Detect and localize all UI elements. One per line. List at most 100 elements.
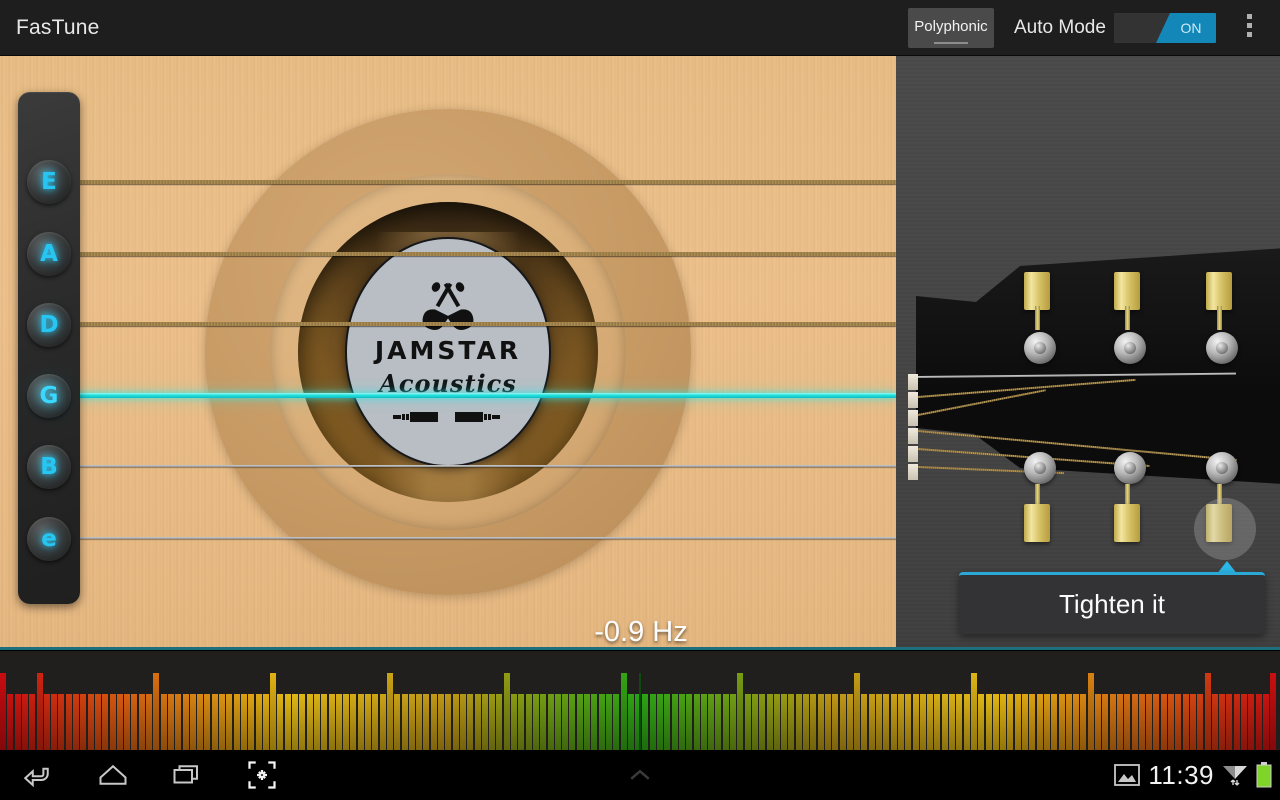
dot xyxy=(1246,14,1252,19)
guitar-string-B[interactable] xyxy=(72,465,896,467)
meter-tick xyxy=(511,694,517,750)
meter-tick xyxy=(788,694,795,750)
meter-tick xyxy=(605,694,612,750)
meter-tick xyxy=(1029,694,1036,750)
meter-tick xyxy=(744,694,751,750)
guitar-string-e[interactable] xyxy=(72,537,896,539)
guitar-string-E[interactable] xyxy=(72,180,896,184)
meter-tick xyxy=(525,694,532,750)
tuning-peg-knob-1[interactable] xyxy=(1024,332,1056,364)
string-button-e[interactable]: e xyxy=(27,517,71,561)
meter-tick xyxy=(846,694,853,750)
nut-slot xyxy=(908,446,918,462)
meter-tick xyxy=(365,694,371,750)
meter-tick xyxy=(219,694,225,750)
meter-tick xyxy=(824,694,831,750)
meter-tick xyxy=(1262,694,1269,750)
meter-tick xyxy=(1124,694,1131,750)
meter-tick xyxy=(131,694,138,750)
page-title: FasTune xyxy=(16,16,100,39)
string-button-label: e xyxy=(41,526,57,552)
meter-tick xyxy=(262,694,269,750)
meter-tick xyxy=(372,694,379,750)
meter-tick xyxy=(175,694,182,750)
meter-tick xyxy=(700,694,707,750)
meter-tick xyxy=(1109,694,1116,750)
meter-tick xyxy=(204,694,211,750)
meter-tick xyxy=(1146,694,1153,750)
meter-tick xyxy=(1182,694,1189,750)
meter-tick xyxy=(1043,694,1050,750)
recents-icon[interactable] xyxy=(172,760,202,790)
overflow-menu-icon[interactable] xyxy=(1240,14,1258,42)
meter-tick xyxy=(182,694,189,750)
tuning-meter-needle xyxy=(639,673,641,750)
tuning-peg-stem xyxy=(1035,306,1040,330)
tuning-peg-knob-2[interactable] xyxy=(1114,332,1146,364)
meter-tick xyxy=(905,694,912,750)
tuning-peg-knob-3[interactable] xyxy=(1206,332,1238,364)
meter-tick xyxy=(562,694,569,750)
tuning-peg-knob-5[interactable] xyxy=(1114,452,1146,484)
meter-tick xyxy=(642,694,649,750)
tuning-peg-button-4[interactable] xyxy=(1024,504,1050,542)
meter-tick xyxy=(452,694,459,750)
back-icon[interactable] xyxy=(24,760,54,790)
meter-tick xyxy=(102,694,109,750)
tuning-meter[interactable] xyxy=(0,651,1280,750)
meter-tick xyxy=(65,694,72,750)
meter-tick xyxy=(284,694,291,750)
meter-tick xyxy=(1138,694,1145,750)
string-button-B[interactable]: B xyxy=(27,445,71,489)
guitar-string-D[interactable] xyxy=(72,322,896,326)
meter-tick xyxy=(211,694,218,750)
meter-tick xyxy=(1080,694,1087,750)
tuner-stage: JAMSTAR Acoustics E A D G B e -0.9 Hz Ti… xyxy=(0,56,1280,747)
meter-tick xyxy=(569,694,576,750)
home-icon[interactable] xyxy=(98,760,128,790)
meter-tick xyxy=(350,694,357,750)
meter-tick xyxy=(1175,694,1182,750)
meter-tick xyxy=(58,694,65,750)
meter-tick xyxy=(591,694,598,750)
string-button-E[interactable]: E xyxy=(27,160,71,204)
tuning-peg-button-3[interactable] xyxy=(1206,272,1232,310)
meter-tick xyxy=(620,673,627,750)
meter-tick xyxy=(153,673,160,750)
chevron-up-icon[interactable] xyxy=(625,760,655,790)
meter-tick xyxy=(766,694,773,750)
meter-tick xyxy=(678,694,685,750)
meter-tick xyxy=(759,694,766,750)
auto-mode-toggle[interactable]: ON xyxy=(1114,13,1216,43)
mode-button-label: Polyphonic xyxy=(914,18,988,35)
screenshot-icon[interactable] xyxy=(247,760,277,790)
meter-tick xyxy=(803,694,809,750)
string-button-label: G xyxy=(39,383,59,409)
meter-tick xyxy=(1160,694,1167,750)
mode-button-polyphonic[interactable]: Polyphonic xyxy=(908,8,994,48)
guitar-string-A[interactable] xyxy=(72,252,896,256)
meter-tick xyxy=(14,694,21,750)
tuning-peg-knob-4[interactable] xyxy=(1024,452,1056,484)
meter-tick xyxy=(124,694,131,750)
meter-tick xyxy=(934,694,941,750)
meter-tick xyxy=(226,694,233,750)
string-button-D[interactable]: D xyxy=(27,303,71,347)
meter-tick xyxy=(29,694,36,750)
meter-tick xyxy=(1000,694,1007,750)
tuning-peg-button-1[interactable] xyxy=(1024,272,1050,310)
string-button-G[interactable]: G xyxy=(27,374,71,418)
meter-tick xyxy=(270,673,277,750)
tuning-peg-button-2[interactable] xyxy=(1114,272,1140,310)
meter-tick xyxy=(817,694,824,750)
logo-brand-text: JAMSTAR xyxy=(374,336,522,365)
meter-tick xyxy=(963,694,970,750)
guitar-string-G[interactable] xyxy=(72,393,896,398)
meter-tick xyxy=(51,694,58,750)
tuning-peg-button-5[interactable] xyxy=(1114,504,1140,542)
meter-tick xyxy=(627,694,634,750)
string-button-A[interactable]: A xyxy=(27,232,71,276)
tuning-peg-knob-6[interactable] xyxy=(1206,452,1238,484)
meter-tick xyxy=(1219,694,1226,750)
meter-tick xyxy=(854,673,861,750)
